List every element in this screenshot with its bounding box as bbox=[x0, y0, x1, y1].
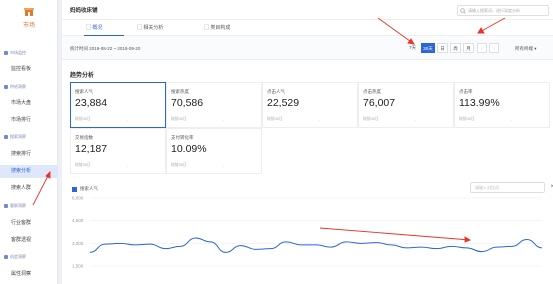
search-placeholder: 请输入搜索词，进行深度分析 bbox=[468, 8, 520, 13]
series-line-search-popularity[interactable] bbox=[89, 237, 543, 253]
market-icon bbox=[24, 8, 34, 16]
metric-compare-label: 较前30日 bbox=[267, 117, 283, 121]
group-icon bbox=[4, 135, 8, 139]
metric-compare-value: - bbox=[319, 117, 321, 122]
market-logo-label: 市场 bbox=[22, 23, 35, 29]
metric-value: 10.09% bbox=[171, 143, 207, 155]
chevron-down-icon: ▾ bbox=[534, 46, 537, 51]
channel-select[interactable]: 所有终端 ▾ bbox=[515, 46, 537, 52]
chevron-left-icon: ‹ bbox=[481, 46, 483, 51]
metric-value: 76,007 bbox=[363, 97, 396, 109]
date-range: 统计时间 2019-08-22 ~ 2019-09-20 bbox=[70, 46, 141, 51]
sidebar-item-attribute-insight[interactable]: 属性洞察 bbox=[0, 268, 58, 281]
trend-section-title: 趋势分析 bbox=[70, 73, 95, 79]
metric-card[interactable]: 点击热度 76,007 较前30日 - bbox=[358, 82, 454, 128]
metric-compare-value: - bbox=[511, 117, 513, 122]
metric-card[interactable]: 点击率 113.99% 较前30日 - bbox=[454, 82, 550, 128]
sidebar-item-search-crowd[interactable]: 搜索人群 bbox=[0, 182, 58, 195]
search-icon bbox=[460, 8, 466, 14]
tab-related-analysis[interactable]: ▢ 相关分析 bbox=[137, 20, 163, 36]
metric-value: 70,586 bbox=[171, 97, 204, 109]
metric-compare-label: 较前30日 bbox=[363, 117, 379, 121]
group-supply-insight: 供给洞察 bbox=[4, 84, 26, 90]
metric-compare-label: 较前30日 bbox=[459, 117, 475, 121]
metric-compare-value: - bbox=[223, 163, 225, 168]
metric-label: 支付转化率 bbox=[171, 135, 194, 140]
group-customer-insight: 客群洞察 bbox=[4, 203, 26, 209]
app-root: 市场 市场监控 监控看板 供给洞察 市场大盘 市场排行 搜索洞察 搜索排行 搜索… bbox=[0, 0, 553, 284]
period-month[interactable]: 月 bbox=[463, 43, 474, 53]
y-tick-label: 6,000 bbox=[72, 196, 84, 201]
metric-value: 23,884 bbox=[75, 97, 108, 109]
metric-card[interactable]: 交易指数 12,187 较前30日 - bbox=[70, 128, 166, 174]
metric-compare-value: - bbox=[223, 117, 225, 122]
sidebar-item-industry-customers[interactable]: 行业客群 bbox=[0, 217, 58, 230]
metric-card[interactable]: 搜索人气 23,884 较前30日 - bbox=[70, 82, 166, 128]
group-search-insight: 搜索洞察 bbox=[4, 134, 26, 140]
group-opportunity-insight: 机会洞察 bbox=[4, 254, 26, 260]
y-tick-label: 4,500 bbox=[72, 218, 84, 223]
group-icon bbox=[4, 85, 8, 89]
sidebar-item-market-overview[interactable]: 市场大盘 bbox=[0, 97, 58, 110]
metric-value: 22,529 bbox=[267, 97, 300, 109]
chevron-right-icon: › bbox=[493, 46, 495, 51]
metric-compare-label: 较前30日 bbox=[171, 163, 187, 167]
date-bar: 统计时间 2019-08-22 ~ 2019-09-20 7天 30天 日 周 … bbox=[62, 36, 553, 60]
period-30d[interactable]: 30天 bbox=[421, 43, 435, 53]
metric-compare-label: 较前30日 bbox=[75, 117, 91, 121]
group-market-monitor: 市场监控 bbox=[4, 50, 26, 56]
group-icon bbox=[4, 255, 8, 259]
group-icon bbox=[4, 204, 8, 208]
metric-label: 交易指数 bbox=[75, 135, 93, 140]
market-logo[interactable]: 市场 bbox=[0, 6, 58, 29]
line-chart-svg: 6,000 4,500 3,000 1,500 bbox=[72, 196, 543, 269]
metric-compare-value: - bbox=[127, 163, 129, 168]
sidebar-item-market-ranking[interactable]: 市场排行 bbox=[0, 114, 58, 127]
tab-category-composition[interactable]: ▢ 类目构成 bbox=[204, 20, 230, 36]
period-week[interactable]: 周 bbox=[450, 43, 461, 53]
metric-compare-value: - bbox=[127, 117, 129, 122]
metric-card[interactable]: 搜索热度 70,586 较前30日 - bbox=[166, 82, 262, 128]
period-7d[interactable]: 7天 bbox=[406, 43, 419, 53]
metric-label: 搜索热度 bbox=[171, 89, 189, 94]
sidebar-item-customer-perspective[interactable]: 客群透视 bbox=[0, 234, 58, 247]
metric-card[interactable]: 点击人气 22,529 较前30日 - bbox=[262, 82, 358, 128]
sidebar-item-search-ranking[interactable]: 搜索排行 bbox=[0, 148, 58, 161]
group-icon bbox=[4, 51, 8, 55]
metric-compare-value: - bbox=[415, 117, 417, 122]
tab-overview[interactable]: ▢ 概况 bbox=[84, 20, 124, 36]
prev-date-button[interactable]: ‹ bbox=[477, 43, 487, 53]
sidebar-item-search-analysis[interactable]: 搜索分析 bbox=[0, 165, 58, 178]
y-tick-label: 3,000 bbox=[72, 241, 84, 246]
search-input[interactable]: 请输入搜索词，进行深度分析 bbox=[457, 5, 549, 16]
metric-value: 12,187 bbox=[75, 143, 108, 155]
metric-label: 点击热度 bbox=[363, 89, 381, 94]
metric-value: 113.99% bbox=[459, 97, 500, 109]
top-bar: 妈妈收床铺 请输入搜索词，进行深度分析 bbox=[62, 0, 553, 20]
sidebar-item-monitor-board[interactable]: 监控看板 bbox=[0, 63, 58, 76]
sidebar: 市场 市场监控 监控看板 供给洞察 市场大盘 市场排行 搜索洞察 搜索排行 搜索… bbox=[0, 0, 58, 284]
y-tick-label: 1,500 bbox=[72, 264, 84, 269]
main-panel: 妈妈收床铺 请输入搜索词，进行深度分析 ▢ 概况 ▢ 相关分析 ▢ 类目构成 统… bbox=[62, 0, 553, 284]
period-day[interactable]: 日 bbox=[437, 43, 448, 53]
metric-label: 点击人气 bbox=[267, 89, 285, 94]
next-date-button[interactable]: › bbox=[489, 43, 499, 53]
metric-compare-label: 较前30日 bbox=[171, 117, 187, 121]
trend-chart: 搜索人气 请输入对比词 × 6,000 4,500 3,000 1,500 bbox=[62, 178, 553, 284]
metric-label: 点击率 bbox=[459, 89, 473, 94]
metric-card[interactable]: 支付转化率 10.09% 较前30日 - bbox=[166, 128, 262, 174]
tab-bar: ▢ 概况 ▢ 相关分析 ▢ 类目构成 bbox=[62, 20, 553, 36]
metric-compare-label: 较前30日 bbox=[75, 163, 91, 167]
page-title: 妈妈收床铺 bbox=[70, 8, 98, 14]
metric-label: 搜索人气 bbox=[75, 89, 93, 94]
